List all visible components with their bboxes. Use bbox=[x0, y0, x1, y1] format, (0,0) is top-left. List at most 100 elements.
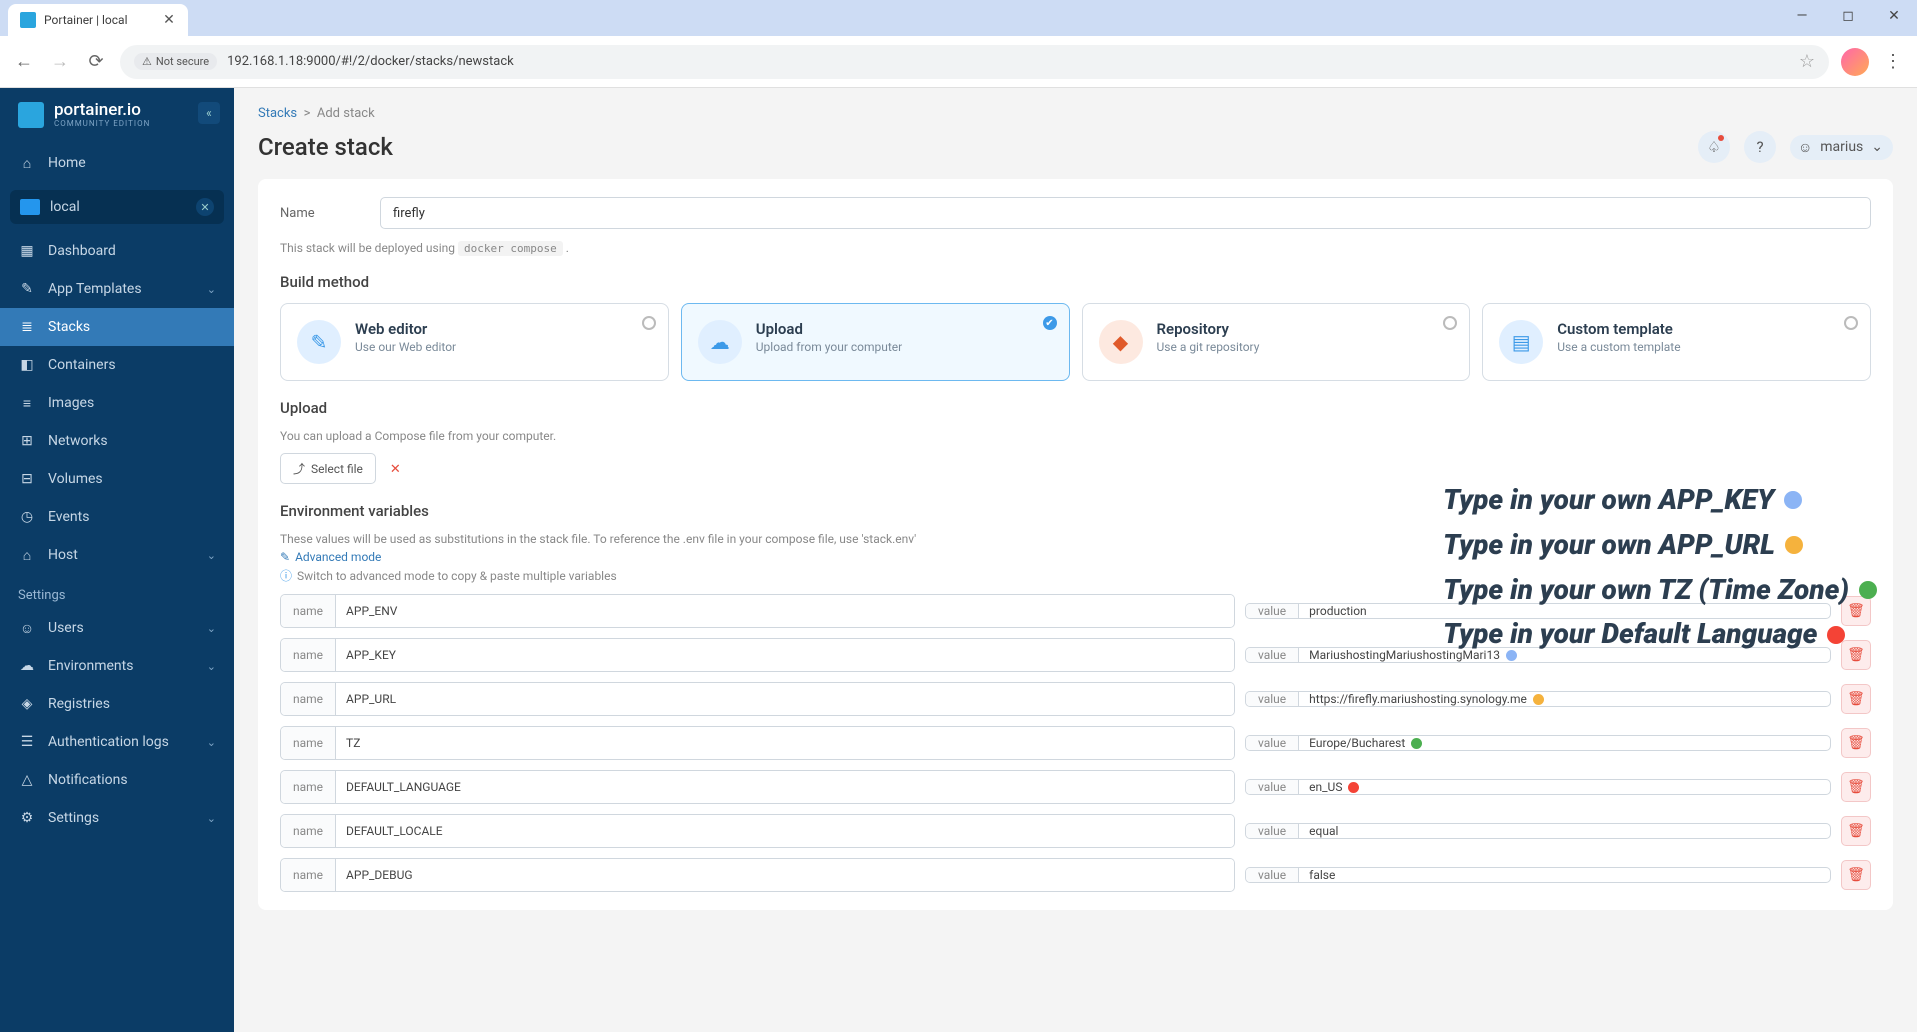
radio-icon bbox=[642, 316, 656, 330]
page-header: Create stack ♤ ? ☺ marius ⌄ bbox=[258, 131, 1893, 163]
browser-menu-icon[interactable]: ⋮ bbox=[1881, 51, 1905, 72]
env-name: local bbox=[50, 199, 80, 215]
sidebar: « portainer.io COMMUNITY EDITION ⌂ Home … bbox=[0, 88, 234, 1032]
method-title: Repository bbox=[1157, 320, 1260, 338]
sidebar-settings-users[interactable]: ☺Users⌄ bbox=[0, 609, 234, 647]
value-label: value bbox=[1246, 648, 1299, 662]
env-value-display[interactable]: en_US bbox=[1299, 780, 1830, 794]
env-name-pair: name bbox=[280, 858, 1235, 892]
method-sub: Use a git repository bbox=[1157, 340, 1260, 354]
delete-row-button[interactable]: 🗑 bbox=[1841, 816, 1871, 846]
notifications-button[interactable]: ♤ bbox=[1698, 131, 1730, 163]
env-value-display[interactable]: equal bbox=[1299, 824, 1830, 838]
delete-row-button[interactable]: 🗑 bbox=[1841, 684, 1871, 714]
favicon bbox=[20, 12, 36, 28]
sidebar-settings-authentication-logs[interactable]: ☰Authentication logs⌄ bbox=[0, 723, 234, 761]
chevron-down-icon: ⌄ bbox=[207, 736, 216, 749]
stack-name-input[interactable] bbox=[380, 197, 1871, 229]
env-name-input[interactable] bbox=[336, 639, 1234, 671]
tab-title: Portainer | local bbox=[44, 13, 154, 27]
tab-close-icon[interactable]: ✕ bbox=[162, 13, 176, 27]
build-method-web-editor[interactable]: ✎Web editorUse our Web editor bbox=[280, 303, 669, 381]
back-button[interactable]: ← bbox=[12, 50, 36, 74]
env-name-input[interactable] bbox=[336, 683, 1234, 715]
sidebar-home-label: Home bbox=[48, 155, 86, 171]
sidebar-item-networks[interactable]: ⊞Networks bbox=[0, 422, 234, 460]
annotation-dot bbox=[1784, 491, 1802, 509]
sidebar-home[interactable]: ⌂ Home bbox=[0, 144, 234, 182]
env-value-display[interactable]: false bbox=[1299, 868, 1830, 882]
clear-file-button[interactable]: ✕ bbox=[390, 462, 401, 477]
sidebar-environment[interactable]: local ✕ bbox=[10, 190, 224, 224]
build-method-upload[interactable]: ✔☁UploadUpload from your computer bbox=[681, 303, 1070, 381]
user-menu[interactable]: ☺ marius ⌄ bbox=[1790, 135, 1893, 160]
name-label: name bbox=[281, 727, 336, 759]
build-method-title: Build method bbox=[280, 273, 1871, 291]
method-title: Upload bbox=[756, 320, 902, 338]
env-value-pair: valuehttps://firefly.mariushosting.synol… bbox=[1245, 691, 1831, 707]
annotation-line: Type in your own APP_URL bbox=[1443, 523, 1877, 568]
build-method-custom-template[interactable]: ▤Custom templateUse a custom template bbox=[1482, 303, 1871, 381]
env-value-display[interactable]: Europe/Bucharest bbox=[1299, 736, 1830, 750]
profile-avatar[interactable] bbox=[1841, 48, 1869, 76]
bookmark-icon[interactable]: ☆ bbox=[1799, 51, 1815, 72]
name-row: Name bbox=[280, 197, 1871, 229]
method-icon: ✎ bbox=[297, 320, 341, 364]
minimize-button[interactable]: — bbox=[1779, 0, 1825, 32]
build-method-repository[interactable]: ◆RepositoryUse a git repository bbox=[1082, 303, 1471, 381]
delete-row-button[interactable]: 🗑 bbox=[1841, 772, 1871, 802]
sidebar-settings-notifications[interactable]: △Notifications bbox=[0, 761, 234, 799]
reload-button[interactable]: ⟳ bbox=[84, 50, 108, 74]
env-name-input[interactable] bbox=[336, 727, 1234, 759]
sidebar-item-containers[interactable]: ◧Containers bbox=[0, 346, 234, 384]
chevron-down-icon: ⌄ bbox=[207, 622, 216, 635]
chevron-down-icon: ⌄ bbox=[207, 812, 216, 825]
browser-tab[interactable]: Portainer | local ✕ bbox=[8, 4, 188, 36]
maximize-button[interactable]: ◻ bbox=[1825, 0, 1871, 32]
method-title: Custom template bbox=[1557, 320, 1680, 338]
advanced-mode-link[interactable]: ✎ Advanced mode bbox=[280, 550, 381, 564]
env-row: namevalueen_US🗑 bbox=[280, 770, 1871, 804]
breadcrumb-root[interactable]: Stacks bbox=[258, 106, 297, 121]
sidebar-icon: ⊞ bbox=[18, 433, 36, 449]
value-label: value bbox=[1246, 736, 1299, 750]
env-row: name valueEurope/Bucharest 🗑 bbox=[280, 726, 1871, 760]
close-window-button[interactable]: ✕ bbox=[1871, 0, 1917, 32]
env-value-display[interactable]: https://firefly.mariushosting.synology.m… bbox=[1299, 692, 1830, 706]
sidebar-item-stacks[interactable]: ≣Stacks bbox=[0, 308, 234, 346]
url-field[interactable]: ⚠ Not secure 192.168.1.18:9000/#!/2/dock… bbox=[120, 45, 1829, 79]
select-file-button[interactable]: ⤴ Select file bbox=[280, 453, 376, 484]
sidebar-item-host[interactable]: ⌂Host⌄ bbox=[0, 536, 234, 574]
main-content: Stacks > Add stack Create stack ♤ ? ☺ ma… bbox=[234, 88, 1917, 1032]
delete-row-button[interactable]: 🗑 bbox=[1841, 860, 1871, 890]
sidebar-settings-environments[interactable]: ☁Environments⌄ bbox=[0, 647, 234, 685]
annotation-overlay: Type in your own APP_KEYType in your own… bbox=[1443, 478, 1877, 657]
upload-hint: You can upload a Compose file from your … bbox=[280, 429, 1871, 443]
sidebar-item-events[interactable]: ◷Events bbox=[0, 498, 234, 536]
delete-row-button[interactable]: 🗑 bbox=[1841, 728, 1871, 758]
forward-button[interactable]: → bbox=[48, 50, 72, 74]
sidebar-item-volumes[interactable]: ⊟Volumes bbox=[0, 460, 234, 498]
help-button[interactable]: ? bbox=[1744, 131, 1776, 163]
env-name-pair: name bbox=[280, 682, 1235, 716]
sidebar-item-dashboard[interactable]: ▦Dashboard bbox=[0, 232, 234, 270]
env-name-input[interactable] bbox=[336, 859, 1234, 891]
env-close-icon[interactable]: ✕ bbox=[196, 198, 214, 216]
breadcrumb: Stacks > Add stack bbox=[258, 106, 1893, 121]
sidebar-item-label: Users bbox=[48, 620, 84, 636]
home-icon: ⌂ bbox=[18, 155, 36, 172]
sidebar-item-images[interactable]: ≡Images bbox=[0, 384, 234, 422]
env-name-input[interactable] bbox=[336, 771, 1234, 803]
env-name-input[interactable] bbox=[336, 595, 1234, 627]
env-name-input[interactable] bbox=[336, 815, 1234, 847]
sidebar-settings-settings[interactable]: ⚙Settings⌄ bbox=[0, 799, 234, 837]
sidebar-item-label: Authentication logs bbox=[48, 734, 169, 750]
sidebar-item-label: Notifications bbox=[48, 772, 128, 788]
sidebar-collapse-button[interactable]: « bbox=[198, 102, 220, 124]
sidebar-icon: ≣ bbox=[18, 319, 36, 335]
radio-icon bbox=[1443, 316, 1457, 330]
sidebar-item-app-templates[interactable]: ✎App Templates⌄ bbox=[0, 270, 234, 308]
sidebar-settings-registries[interactable]: ◈Registries bbox=[0, 685, 234, 723]
address-bar: ← → ⟳ ⚠ Not secure 192.168.1.18:9000/#!/… bbox=[0, 36, 1917, 88]
method-icon: ▤ bbox=[1499, 320, 1543, 364]
